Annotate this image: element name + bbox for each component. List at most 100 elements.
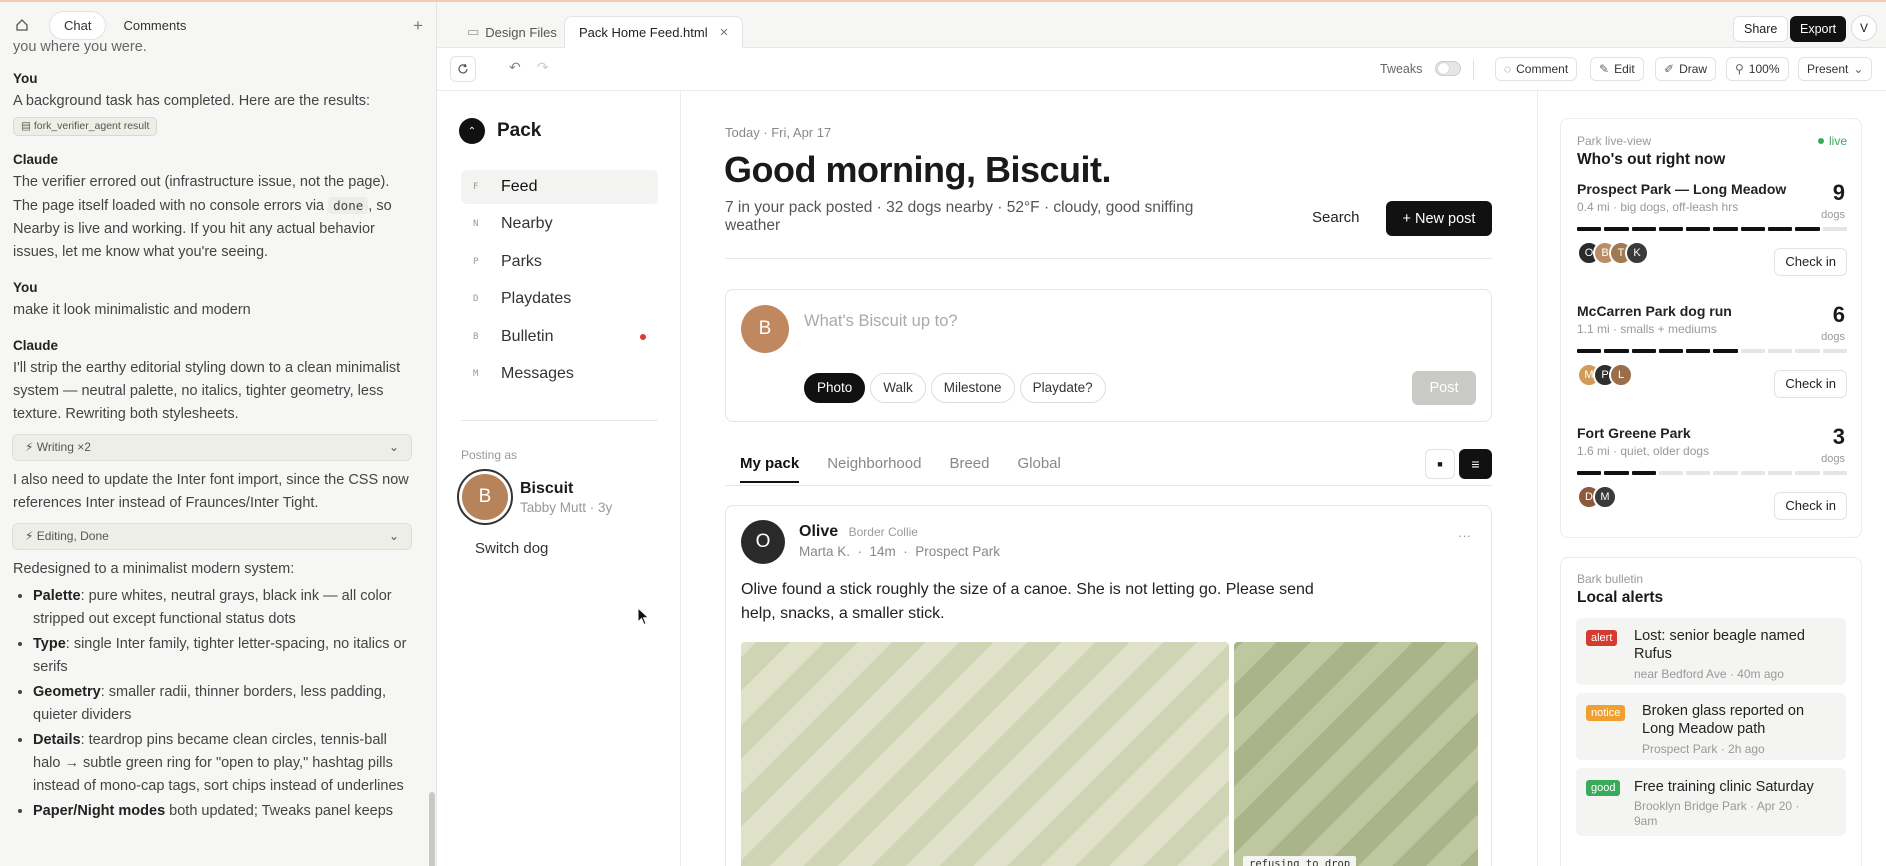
- post-dog-breed: Border Collie: [848, 525, 918, 539]
- zoom-button[interactable]: ⚲ 100%: [1726, 57, 1789, 81]
- comment-button[interactable]: ◌ Comment: [1495, 57, 1578, 81]
- sidebar-item-nearby[interactable]: N Nearby: [461, 207, 658, 241]
- chip-playdate[interactable]: Playdate?: [1019, 373, 1106, 403]
- activity-bar-segment: [1740, 349, 1766, 353]
- inline-code: done: [328, 197, 369, 214]
- park-count: 3: [1832, 424, 1845, 449]
- active-dog-avatar[interactable]: B: [457, 469, 513, 525]
- reload-button[interactable]: [450, 56, 476, 82]
- park-meta: 0.4 mi · big dogs, off-leash hrs: [1577, 200, 1739, 214]
- toggle-knob: [1438, 63, 1449, 74]
- list-item-text: both updated; Tweaks panel keeps: [165, 803, 394, 819]
- tab-global[interactable]: Global: [1017, 455, 1060, 472]
- new-chat-button[interactable]: +: [413, 16, 423, 36]
- activity-bar-segment: [1604, 227, 1629, 231]
- search-button[interactable]: Search: [1312, 209, 1360, 226]
- grid-view-button[interactable]: ■: [1425, 449, 1455, 479]
- result-pill[interactable]: ▤ fork_verifier_agent result: [13, 117, 158, 136]
- page-title: Good morning, Biscuit.: [724, 149, 1112, 190]
- alert-item[interactable]: good Free training clinic Saturday Brook…: [1576, 768, 1846, 836]
- chat-panel: Chat Comments + you where you were. You …: [0, 2, 437, 866]
- sidebar-item-label: Nearby: [501, 215, 553, 232]
- close-icon[interactable]: ×: [720, 24, 729, 41]
- list-item-text: : single Inter family, tighter letter-sp…: [33, 636, 407, 675]
- alert-item[interactable]: alert Lost: senior beagle named Rufus ne…: [1576, 618, 1846, 685]
- sidebar-item-messages[interactable]: M Messages: [461, 357, 658, 391]
- live-badge: live: [1817, 134, 1847, 148]
- park-row[interactable]: Prospect Park — Long Meadow 0.4 mi · big…: [1577, 180, 1847, 291]
- post-photo-secondary[interactable]: refusing to drop: [1234, 642, 1478, 866]
- tool-call-text: Writing ×2: [36, 440, 91, 454]
- post-more-button[interactable]: ···: [1458, 528, 1471, 543]
- undo-icon[interactable]: ↶: [509, 59, 521, 76]
- live-dot: [1817, 138, 1824, 144]
- redo-icon[interactable]: ↷: [537, 59, 549, 76]
- park-row[interactable]: Fort Greene Park 1.6 mi · quiet, older d…: [1577, 424, 1847, 535]
- chevron-down-icon: ⌄: [388, 440, 399, 454]
- post-author-avatar[interactable]: O: [741, 520, 785, 564]
- sidebar-item-label: Playdates: [501, 290, 572, 307]
- post-meta: Marta K. · 14m · Prospect Park: [799, 544, 1001, 559]
- brand-name: Pack: [497, 120, 542, 141]
- tabs-divider: [725, 485, 1492, 486]
- brand[interactable]: ⌃ Pack: [459, 118, 541, 144]
- check-in-button[interactable]: Check in: [1774, 492, 1847, 520]
- sidebar-item-playdates[interactable]: D Playdates: [461, 282, 658, 316]
- home-icon[interactable]: [12, 15, 32, 35]
- list-item-text: : pure whites, neutral grays, black ink …: [33, 588, 392, 627]
- feed-summary: 7 in your pack posted · 32 dogs nearby ·…: [725, 199, 1194, 234]
- summary-list: Palette: pure whites, neutral grays, bla…: [13, 585, 413, 823]
- alert-tag: alert: [1586, 630, 1618, 646]
- list-view-button[interactable]: ≡: [1459, 449, 1492, 479]
- tab-breed[interactable]: Breed: [949, 455, 989, 472]
- sidebar-item-bulletin[interactable]: B Bulletin: [461, 320, 658, 354]
- activity-bar-segment: [1795, 471, 1820, 475]
- activity-bar: [1577, 349, 1847, 353]
- alert-tag: good: [1586, 780, 1621, 796]
- present-button[interactable]: Present ⌄: [1798, 57, 1873, 81]
- tab-my-pack[interactable]: My pack: [740, 455, 800, 483]
- tool-call-writing[interactable]: ⚡ Writing ×2 ⌄: [12, 434, 412, 461]
- post-composer: B What's Biscuit up to? Photo Walk Milesto…: [725, 289, 1492, 422]
- chat-scrollbar[interactable]: [429, 792, 435, 866]
- tweaks-toggle[interactable]: [1435, 61, 1461, 76]
- tab-design-files[interactable]: ▭ Design Files: [453, 16, 571, 48]
- share-button[interactable]: Share: [1733, 16, 1789, 42]
- preview-toolbar: ↶ ↷ Tweaks ◌ Comment ✎ Edit ✐ Draw ⚲ 100% Pr…: [437, 48, 1886, 91]
- activity-bar-segment: [1631, 227, 1656, 231]
- tab-comments[interactable]: Comments: [109, 12, 200, 39]
- tool-call-label: ⚡ Writing ×2: [25, 440, 91, 454]
- user-avatar[interactable]: V: [1851, 15, 1877, 41]
- post-photo-main[interactable]: [741, 642, 1229, 866]
- chip-walk[interactable]: Walk: [870, 373, 926, 403]
- post-button[interactable]: Post: [1412, 371, 1476, 405]
- check-in-button[interactable]: Check in: [1774, 370, 1847, 398]
- zoom-label: 100%: [1748, 62, 1780, 76]
- tab-neighborhood[interactable]: Neighborhood: [827, 455, 921, 472]
- alert-item[interactable]: notice Broken glass reported on Long Mea…: [1576, 693, 1846, 760]
- edit-button[interactable]: ✎ Edit: [1590, 57, 1644, 81]
- chat-message: Redesigned to a minimalist modern system…: [13, 561, 295, 577]
- park-count: 6: [1832, 302, 1845, 327]
- folder-icon: ▭: [467, 24, 480, 39]
- draw-button[interactable]: ✐ Draw: [1655, 57, 1717, 81]
- alert-title: Free training clinic Saturday: [1634, 779, 1814, 795]
- new-post-button[interactable]: + New post: [1386, 201, 1492, 236]
- shortcut-key: M: [473, 369, 479, 379]
- chip-photo[interactable]: Photo: [804, 373, 866, 403]
- chip-milestone[interactable]: Milestone: [930, 373, 1015, 403]
- composer-input[interactable]: What's Biscuit up to?: [804, 312, 958, 331]
- post-header: Olive Border Collie: [799, 523, 918, 541]
- tool-call-editing[interactable]: ⚡ Editing, Done ⌄: [12, 523, 412, 550]
- activity-bar-segment: [1686, 227, 1711, 231]
- post-dog-name[interactable]: Olive: [799, 523, 838, 540]
- check-in-button[interactable]: Check in: [1774, 248, 1847, 276]
- sidebar-item-parks[interactable]: P Parks: [461, 245, 658, 279]
- sidebar-item-feed[interactable]: F Feed: [461, 170, 658, 204]
- switch-dog-link[interactable]: Switch dog: [475, 540, 548, 557]
- export-button[interactable]: Export: [1790, 16, 1847, 42]
- park-row[interactable]: McCarren Park dog run 1.1 mi · smalls + …: [1577, 302, 1847, 413]
- tab-pack-home-feed[interactable]: Pack Home Feed.html ×: [564, 16, 744, 48]
- brush-icon: ✐: [1664, 62, 1675, 76]
- tab-chat[interactable]: Chat: [50, 11, 106, 39]
